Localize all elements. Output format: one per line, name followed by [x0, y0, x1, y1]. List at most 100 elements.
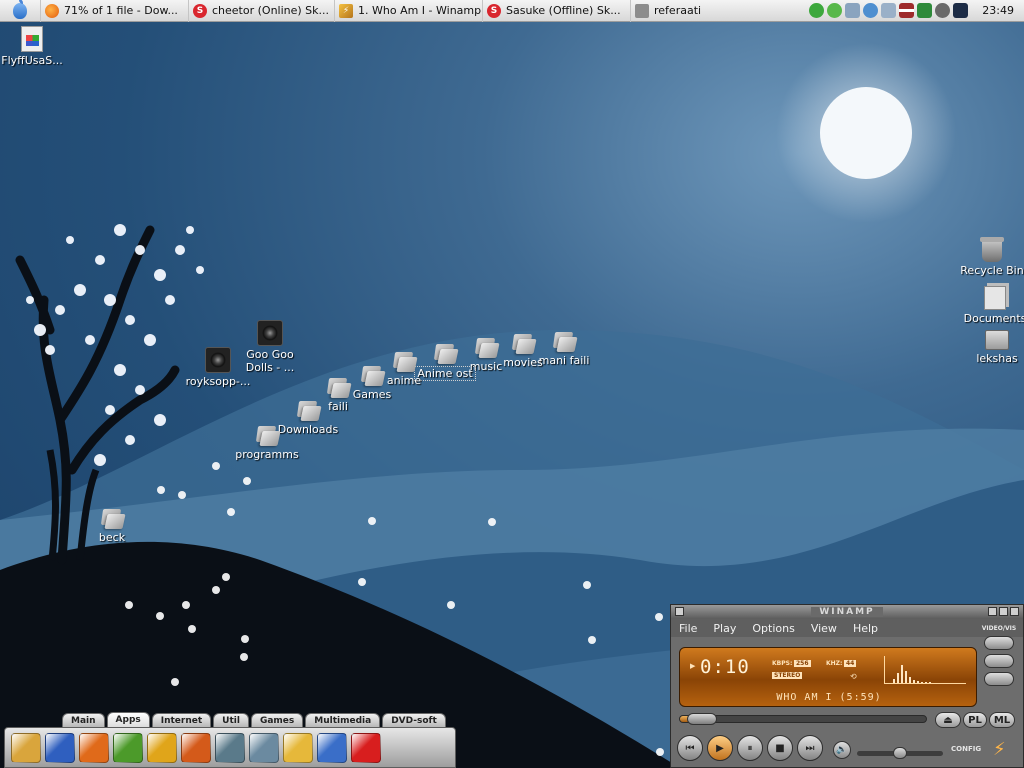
spectrum-bar — [913, 680, 915, 683]
play-indicator-icon: ▶ — [690, 662, 696, 670]
seek-bar[interactable] — [679, 713, 927, 725]
app-dock — [4, 727, 456, 768]
dock-tab-games[interactable]: Games — [250, 713, 304, 727]
start-button[interactable] — [0, 0, 40, 22]
elapsed-time[interactable]: 0:10 — [700, 656, 750, 678]
next-button[interactable]: ⏭ — [797, 735, 823, 761]
menu-file[interactable]: File — [679, 622, 697, 635]
icon-label: royksopp-... — [185, 375, 251, 388]
spectrum-bar — [929, 682, 931, 683]
dock-tab-dvd-soft[interactable]: DVD-soft — [382, 713, 446, 727]
pause-button[interactable]: ⏸ — [737, 735, 763, 761]
winamp-menu-icon[interactable] — [675, 607, 684, 616]
table-icon[interactable] — [249, 732, 279, 763]
speaker-icon[interactable] — [935, 3, 951, 18]
dock-tab-main[interactable]: Main — [62, 713, 105, 727]
winamp-menubar: File Play Options View Help — [671, 619, 1023, 637]
desktop-icon-lekshas[interactable]: lekshas — [955, 330, 1024, 365]
flag-latvia-icon[interactable] — [899, 3, 915, 18]
task-skype-cheetor[interactable]: S cheetor (Online) Sk... — [188, 0, 334, 22]
winamp-lightning-icon[interactable]: ⚡ — [993, 739, 1006, 760]
taskbar: 71% of 1 file - Dow... S cheetor (Online… — [0, 0, 1024, 22]
utorrent-icon[interactable] — [809, 3, 825, 18]
winamp-side-panel: VIDEO/VIS — [979, 625, 1019, 686]
desktop-icon-royksopp[interactable]: royksopp-... — [176, 347, 260, 388]
red-splat-icon[interactable] — [351, 732, 381, 763]
task-label: cheetor (Online) Sk... — [212, 4, 330, 17]
config-label[interactable]: CONFIG — [951, 745, 981, 753]
repeat-indicator-icon: ⟲ — [850, 672, 857, 681]
desktop-icon-recycle-bin[interactable]: Recycle Bin — [950, 237, 1024, 277]
playlist-button[interactable]: PL — [963, 712, 987, 728]
spectrum-bar — [909, 677, 911, 683]
menu-view[interactable]: View — [811, 622, 837, 635]
volume-handle[interactable] — [893, 747, 907, 759]
photo-viewer-icon[interactable] — [317, 732, 347, 763]
word-icon[interactable] — [45, 732, 75, 763]
network-icon[interactable] — [845, 3, 861, 18]
power-icon[interactable] — [917, 3, 933, 18]
icon-label: lekshas — [976, 352, 1018, 365]
dock-tab-apps[interactable]: Apps — [106, 712, 150, 727]
volume-slider[interactable] — [857, 747, 943, 759]
excel-icon[interactable] — [113, 732, 143, 763]
clock: 23:49 — [982, 4, 1014, 17]
paint-brushes-icon[interactable] — [11, 732, 41, 763]
folder-icon — [635, 3, 649, 18]
dock-tabs: Main Apps Internet Util Games Multimedia… — [62, 712, 448, 727]
spectrum-bar — [925, 682, 927, 683]
kbps-label: KBPS: — [772, 660, 793, 667]
previous-button[interactable]: ⏮ — [677, 735, 703, 761]
eject-side-button[interactable] — [984, 636, 1014, 650]
eject-button[interactable]: ⏏ — [935, 712, 961, 728]
desktop-icon-flyff[interactable]: FlyffUsaS... — [0, 26, 74, 67]
task-skype-sasuke[interactable]: S Sasuke (Offline) Sk... — [482, 0, 630, 22]
dock-tab-multimedia[interactable]: Multimedia — [305, 713, 381, 727]
desktop-icon-programms[interactable]: programms — [225, 426, 309, 461]
recycle-bin-icon — [980, 237, 1004, 262]
menu-play[interactable]: Play — [713, 622, 736, 635]
play-icon: ▶ — [716, 742, 724, 754]
menu-options[interactable]: Options — [752, 622, 794, 635]
desktop: 71% of 1 file - Dow... S cheetor (Online… — [0, 0, 1024, 768]
task-firefox-download[interactable]: 71% of 1 file - Dow... — [40, 0, 188, 22]
math-sigma-icon[interactable] — [215, 732, 245, 763]
winamp-titlebar[interactable]: WINAMP — [671, 605, 1023, 619]
shuffle-button[interactable] — [984, 672, 1014, 686]
office-orange-icon[interactable] — [79, 732, 109, 763]
spectrum-bar — [917, 681, 919, 683]
close-icon[interactable] — [1010, 607, 1019, 616]
application-icon — [21, 26, 43, 52]
skype-icon: S — [193, 3, 207, 18]
dock-tab-util[interactable]: Util — [213, 713, 249, 727]
volume-icon[interactable]: 🔈 — [833, 741, 851, 759]
media-library-button[interactable]: ML — [989, 712, 1015, 728]
dock-tab-internet[interactable]: Internet — [151, 713, 212, 727]
audio-file-icon — [205, 347, 231, 373]
task-winamp[interactable]: ⚡ 1. Who Am I - Winamp — [334, 0, 482, 22]
powerpoint-icon[interactable] — [181, 732, 211, 763]
disk-icon[interactable] — [881, 3, 897, 18]
check-shield-icon[interactable] — [827, 3, 843, 18]
stop-button[interactable]: ■ — [767, 735, 793, 761]
spectrum-visualizer[interactable] — [884, 656, 966, 684]
desktop-icon-documents[interactable]: Documents — [953, 286, 1024, 325]
play-button[interactable]: ▶ — [707, 735, 733, 761]
task-folder-referaati[interactable]: referaati — [630, 0, 720, 22]
menu-help[interactable]: Help — [853, 622, 878, 635]
winamp-window: WINAMP File Play Options View Help ▶ 0:1… — [670, 604, 1024, 768]
sync-icon[interactable] — [863, 3, 879, 18]
minimize-icon[interactable] — [988, 607, 997, 616]
repeat-button[interactable] — [984, 654, 1014, 668]
seek-handle[interactable] — [686, 713, 717, 725]
video-vis-label: VIDEO/VIS — [981, 625, 1017, 632]
pencil-edit-icon[interactable] — [283, 732, 313, 763]
shade-icon[interactable] — [999, 607, 1008, 616]
steam-icon[interactable] — [953, 3, 969, 18]
pause-icon: ⏸ — [747, 742, 753, 754]
song-title[interactable]: WHO AM I (5:59) — [688, 692, 970, 704]
office-yellow-icon[interactable] — [147, 732, 177, 763]
folder-icon — [326, 378, 350, 398]
desktop-icon-beck[interactable]: beck — [70, 509, 154, 544]
spectrum-bar — [893, 679, 895, 683]
